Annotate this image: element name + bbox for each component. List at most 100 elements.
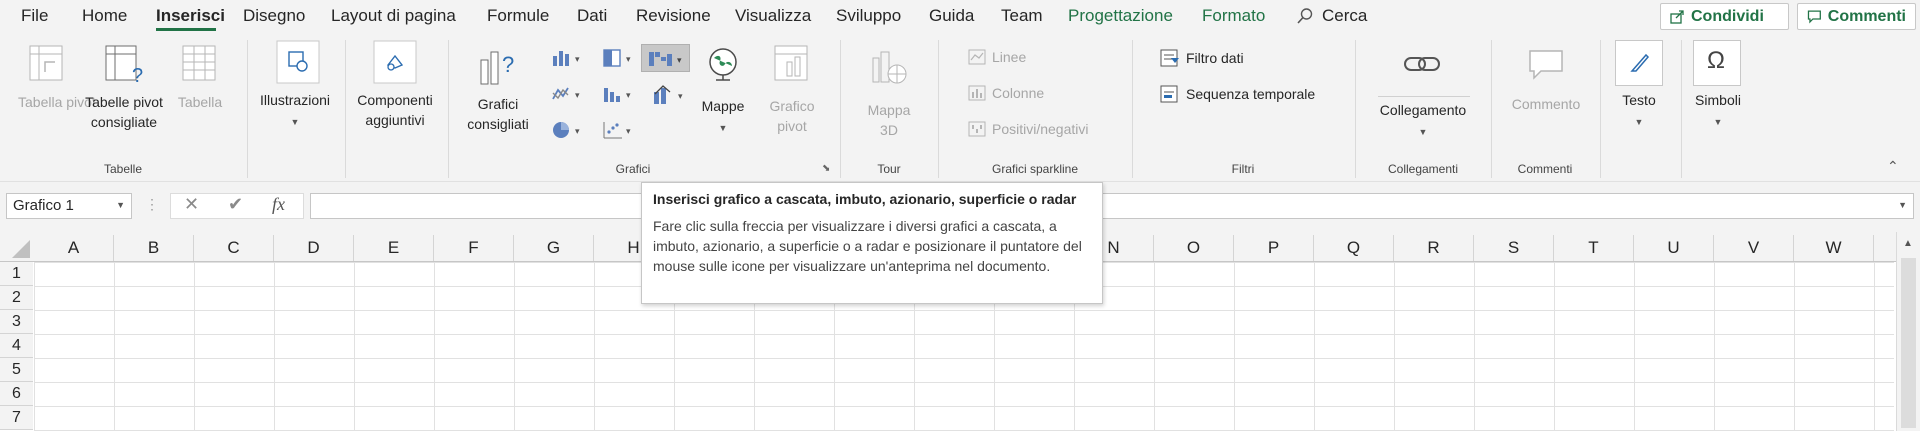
insert-function-icon[interactable]: fx (272, 194, 285, 215)
slicer-label: Filtro dati (1186, 50, 1244, 66)
recommended-pivot-icon: ? (105, 45, 143, 84)
svg-text:▾: ▾ (575, 90, 580, 100)
column-header[interactable]: W (1794, 235, 1874, 261)
column-header[interactable]: G (514, 235, 594, 261)
addins-button[interactable]: Componenti aggiuntivi (349, 90, 441, 130)
sparkline-column-button[interactable]: Colonne (968, 85, 1044, 101)
expand-formula-icon[interactable]: ▼ (1898, 200, 1907, 210)
slicer-icon (1160, 49, 1179, 67)
line-chart-icon[interactable]: ▾ (551, 84, 585, 104)
active-tab-indicator (156, 28, 216, 31)
new-comment-label: Commento (1511, 96, 1581, 112)
link-button[interactable]: Collegamento ▼ (1372, 100, 1474, 142)
column-header[interactable]: A (34, 235, 114, 261)
svg-text:▾: ▾ (678, 91, 683, 101)
group-label-commenti: Commenti (1517, 162, 1573, 176)
symbols-button[interactable]: Simboli ▼ (1684, 90, 1752, 132)
row-header[interactable]: 7 (0, 406, 33, 430)
tab-disegno[interactable]: Disegno (243, 6, 305, 26)
row-header[interactable]: 2 (0, 286, 33, 310)
sparkline-line-button[interactable]: Linee (968, 49, 1026, 65)
waterfall-chart-button[interactable]: ▾ (641, 44, 690, 72)
cancel-icon[interactable]: ✕ (184, 194, 199, 215)
column-header[interactable]: Q (1314, 235, 1394, 261)
column-header[interactable]: U (1634, 235, 1714, 261)
illustrations-button[interactable]: Illustrazioni ▼ (254, 90, 336, 132)
column-header[interactable]: P (1234, 235, 1314, 261)
tab-visualizza[interactable]: Visualizza (735, 6, 811, 26)
row-header[interactable]: 6 (0, 382, 33, 406)
recommended-charts-button[interactable]: Grafici consigliati (458, 94, 538, 134)
column-header[interactable]: V (1714, 235, 1794, 261)
tab-progettazione[interactable]: Progettazione (1068, 6, 1173, 26)
sparkline-winloss-button[interactable]: Positivi/negativi (968, 121, 1089, 137)
column-header[interactable]: R (1394, 235, 1474, 261)
scroll-up-icon[interactable]: ▲ (1903, 238, 1913, 249)
tab-team[interactable]: Team (1001, 6, 1043, 26)
sparkline-winloss-label: Positivi/negativi (992, 121, 1089, 137)
group-separator (1491, 40, 1492, 178)
text-button[interactable]: Testo ▼ (1605, 90, 1673, 132)
map-3d-button[interactable]: Mappa 3D (857, 100, 921, 140)
name-box-dropdown-icon[interactable]: ▼ (116, 200, 125, 210)
comments-button[interactable]: Commenti (1797, 3, 1916, 30)
vertical-scrollbar[interactable]: ▲ (1896, 232, 1920, 431)
column-header[interactable]: T (1554, 235, 1634, 261)
pivot-table-button[interactable]: Tabella pivot (18, 92, 96, 112)
group-separator (345, 40, 346, 178)
row-header[interactable]: 4 (0, 334, 33, 358)
svg-text:▾: ▾ (575, 54, 580, 64)
row-header[interactable]: 1 (0, 262, 33, 286)
more-options-icon[interactable]: ⋮ (145, 196, 159, 213)
tab-guida[interactable]: Guida (929, 6, 974, 26)
column-header[interactable]: B (114, 235, 194, 261)
name-box[interactable]: Grafico 1 ▼ (6, 193, 132, 219)
table-button[interactable]: Tabella (172, 92, 228, 112)
search-icon (1297, 8, 1313, 24)
column-header[interactable]: E (354, 235, 434, 261)
name-box-value: Grafico 1 (13, 197, 74, 214)
column-header[interactable]: D (274, 235, 354, 261)
link-label: Collegamento (1379, 102, 1467, 118)
collapse-ribbon-icon[interactable]: ⌃ (1887, 158, 1899, 175)
search-box[interactable]: Cerca (1296, 6, 1367, 26)
column-chart-icon[interactable]: ▾ (551, 48, 585, 68)
tab-layout-di-pagina[interactable]: Layout di pagina (331, 6, 456, 26)
recommended-pivot-button[interactable]: Tabelle pivot consigliate (78, 92, 170, 132)
tab-inserisci[interactable]: Inserisci (156, 6, 225, 26)
confirm-icon[interactable]: ✔ (228, 194, 243, 215)
tab-file[interactable]: File (21, 6, 48, 26)
combo-chart-icon[interactable]: ▾ (652, 84, 688, 106)
scroll-thumb[interactable] (1901, 258, 1916, 428)
new-comment-button[interactable]: Commento (1502, 94, 1590, 114)
select-all-corner[interactable] (0, 232, 34, 262)
row-header[interactable]: 5 (0, 358, 33, 382)
column-header[interactable]: C (194, 235, 274, 261)
column-header[interactable]: O (1154, 235, 1234, 261)
tab-sviluppo[interactable]: Sviluppo (836, 6, 901, 26)
map-3d-label: Mappa 3D (867, 102, 911, 138)
pie-chart-icon[interactable]: ▾ (551, 120, 585, 140)
row-header[interactable]: 3 (0, 310, 33, 334)
column-header[interactable]: S (1474, 235, 1554, 261)
recommended-charts-label: Grafici consigliati (467, 96, 529, 132)
formula-input[interactable]: ▼ (310, 193, 1914, 219)
tab-formato[interactable]: Formato (1202, 6, 1265, 26)
tab-formule[interactable]: Formule (487, 6, 549, 26)
svg-text:?: ? (502, 52, 514, 77)
tab-home[interactable]: Home (82, 6, 127, 26)
maps-button[interactable]: Mappe ▼ (694, 96, 752, 138)
tab-dati[interactable]: Dati (577, 6, 607, 26)
hierarchy-chart-icon[interactable]: ▾ (602, 48, 636, 68)
timeline-button[interactable]: Sequenza temporale (1160, 85, 1315, 103)
chart-dialog-launcher-icon[interactable]: ⬊ (822, 163, 830, 174)
timeline-icon (1160, 85, 1178, 103)
statistic-chart-icon[interactable]: ▾ (602, 84, 636, 104)
share-button[interactable]: Condividi (1660, 3, 1789, 30)
illustrations-label: Illustrazioni (259, 92, 331, 108)
slicer-button[interactable]: Filtro dati (1160, 49, 1244, 67)
tab-revisione[interactable]: Revisione (636, 6, 711, 26)
column-header[interactable]: F (434, 235, 514, 261)
pivot-chart-button[interactable]: Grafico pivot (760, 96, 824, 136)
scatter-chart-icon[interactable]: ▾ (602, 120, 636, 140)
